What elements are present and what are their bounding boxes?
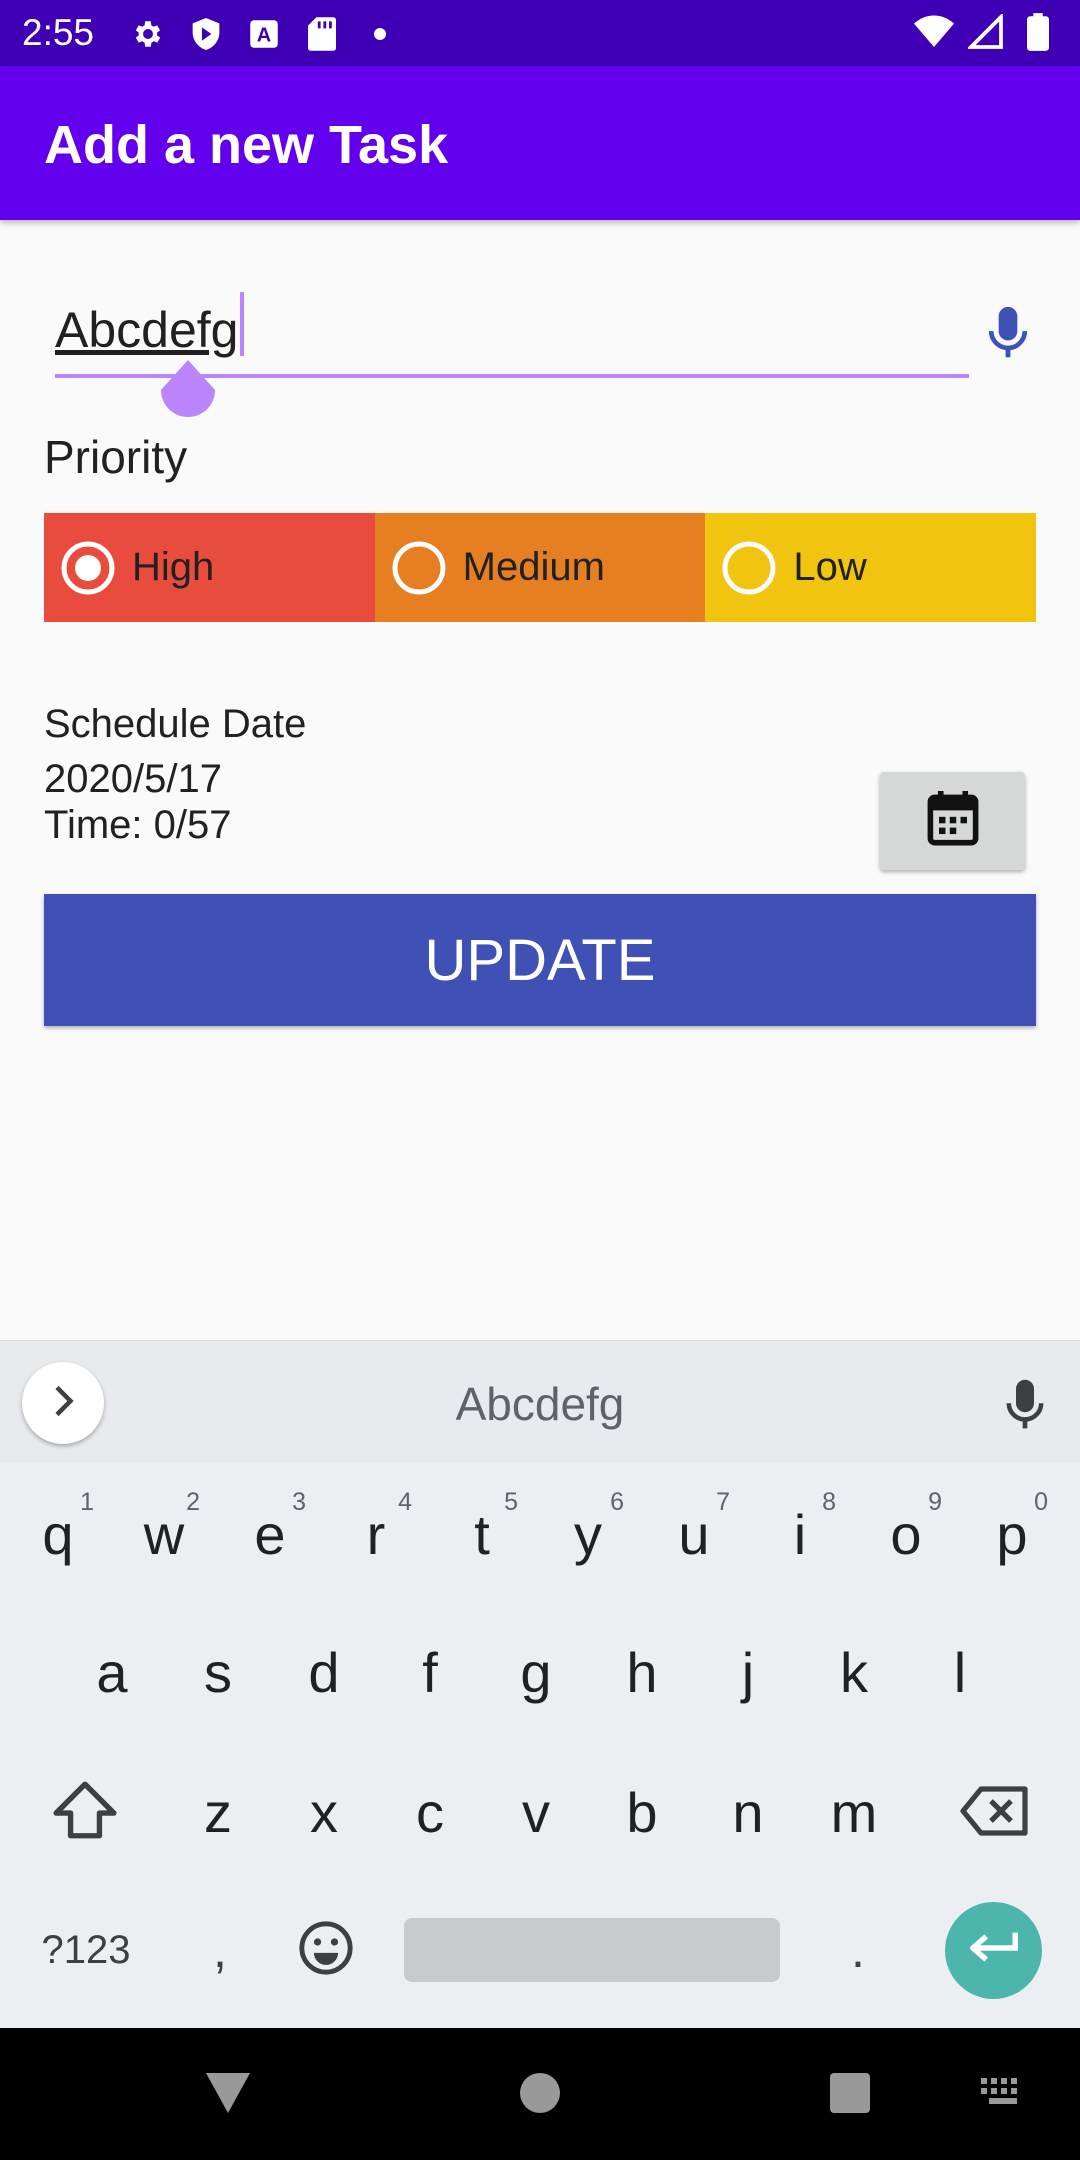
settings-icon xyxy=(128,14,168,54)
priority-option-label: Medium xyxy=(462,545,605,589)
enter-icon xyxy=(967,1928,1021,1973)
radio-unselected-icon xyxy=(721,540,777,596)
keyboard-switch-button[interactable] xyxy=(976,2070,1030,2120)
recents-button[interactable] xyxy=(820,2070,880,2120)
status-bar: 2:55 A xyxy=(0,0,1080,66)
symbols-key[interactable]: ?123 xyxy=(26,1900,146,2000)
key-a[interactable]: a xyxy=(62,1618,162,1728)
dot-icon xyxy=(360,14,400,54)
voice-input-mic-icon[interactable] xyxy=(985,305,1031,361)
key-e[interactable]: e3 xyxy=(220,1480,320,1590)
emoji-icon xyxy=(297,1919,355,1982)
key-z[interactable]: z xyxy=(168,1758,268,1868)
soft-keyboard: Abcdefg q1 w2 e3 r4 t5 y6 u7 i8 o9 p0 a … xyxy=(0,1340,1080,2028)
update-button[interactable]: UPDATE xyxy=(44,894,1036,1026)
priority-option-medium[interactable]: Medium xyxy=(374,513,706,622)
key-t[interactable]: t5 xyxy=(432,1480,532,1590)
sd-card-icon xyxy=(302,14,342,54)
chevron-right-icon xyxy=(48,1383,78,1424)
key-p[interactable]: p0 xyxy=(962,1480,1062,1590)
priority-option-label: Low xyxy=(793,545,867,589)
key-b[interactable]: b xyxy=(592,1758,692,1868)
key-q[interactable]: q1 xyxy=(8,1480,108,1590)
suggestion-bar: Abcdefg xyxy=(0,1340,1080,1463)
status-icons-left: A xyxy=(128,14,400,54)
signal-icon xyxy=(966,12,1006,52)
key-y[interactable]: y6 xyxy=(538,1480,638,1590)
shift-key[interactable] xyxy=(40,1758,130,1868)
key-n[interactable]: n xyxy=(698,1758,798,1868)
key-c[interactable]: c xyxy=(380,1758,480,1868)
key-k[interactable]: k xyxy=(804,1618,904,1728)
status-time: 2:55 xyxy=(22,12,95,53)
home-circle-icon xyxy=(518,2071,562,2120)
comma-key[interactable]: , xyxy=(180,1900,260,2000)
priority-option-high[interactable]: High xyxy=(44,513,375,622)
key-r[interactable]: r4 xyxy=(326,1480,426,1590)
suggestion-word[interactable]: Abcdefg xyxy=(300,1377,780,1431)
key-i[interactable]: i8 xyxy=(750,1480,850,1590)
calendar-icon xyxy=(927,790,979,852)
keyboard-mic-icon[interactable] xyxy=(1003,1378,1047,1432)
text-cursor xyxy=(240,292,244,356)
key-g[interactable]: g xyxy=(486,1618,586,1728)
period-key[interactable]: . xyxy=(818,1900,898,2000)
radio-unselected-icon xyxy=(391,540,447,596)
priority-label: Priority xyxy=(44,431,188,483)
key-m[interactable]: m xyxy=(804,1758,904,1868)
svg-text:A: A xyxy=(257,25,271,47)
home-button[interactable] xyxy=(510,2070,570,2120)
page-title: Add a new Task xyxy=(44,115,449,175)
key-h[interactable]: h xyxy=(592,1618,692,1728)
schedule-time-value: Time: 0/57 xyxy=(44,803,232,847)
key-f[interactable]: f xyxy=(380,1618,480,1728)
key-o[interactable]: o9 xyxy=(856,1480,956,1590)
battery-icon xyxy=(1018,12,1058,52)
key-u[interactable]: u7 xyxy=(644,1480,744,1590)
shift-icon xyxy=(52,1780,118,1847)
cursor-handle[interactable] xyxy=(161,360,215,424)
key-x[interactable]: x xyxy=(274,1758,374,1868)
keyboard-icon xyxy=(981,2077,1025,2113)
task-name-input[interactable] xyxy=(55,290,969,370)
key-w[interactable]: w2 xyxy=(114,1480,214,1590)
app-bar: Add a new Task xyxy=(0,66,1080,220)
shield-icon xyxy=(186,14,226,54)
space-key[interactable] xyxy=(404,1918,780,1982)
back-button[interactable] xyxy=(198,2070,258,2120)
keyboard-expand-button[interactable] xyxy=(22,1362,104,1444)
backspace-key[interactable] xyxy=(945,1758,1045,1868)
emoji-key[interactable] xyxy=(286,1900,366,2000)
priority-radio-group: High Medium Low xyxy=(44,513,1037,622)
key-s[interactable]: s xyxy=(168,1618,268,1728)
recents-square-icon xyxy=(829,2072,871,2119)
key-l[interactable]: l xyxy=(910,1618,1010,1728)
wifi-icon xyxy=(914,12,954,52)
key-d[interactable]: d xyxy=(274,1618,374,1728)
enter-key[interactable] xyxy=(945,1902,1042,1999)
a-notification-icon: A xyxy=(244,14,284,54)
navigation-bar xyxy=(0,2028,1080,2160)
backspace-icon xyxy=(959,1784,1031,1843)
key-v[interactable]: v xyxy=(486,1758,586,1868)
key-j[interactable]: j xyxy=(698,1618,798,1728)
schedule-date-value: 2020/5/17 xyxy=(44,757,222,801)
priority-option-label: High xyxy=(132,545,215,589)
radio-selected-icon xyxy=(60,540,116,596)
priority-option-low[interactable]: Low xyxy=(705,513,1037,622)
back-triangle-icon xyxy=(204,2071,252,2120)
status-icons-right xyxy=(914,12,1058,52)
schedule-date-label: Schedule Date xyxy=(44,702,307,746)
date-picker-button[interactable] xyxy=(880,772,1025,870)
